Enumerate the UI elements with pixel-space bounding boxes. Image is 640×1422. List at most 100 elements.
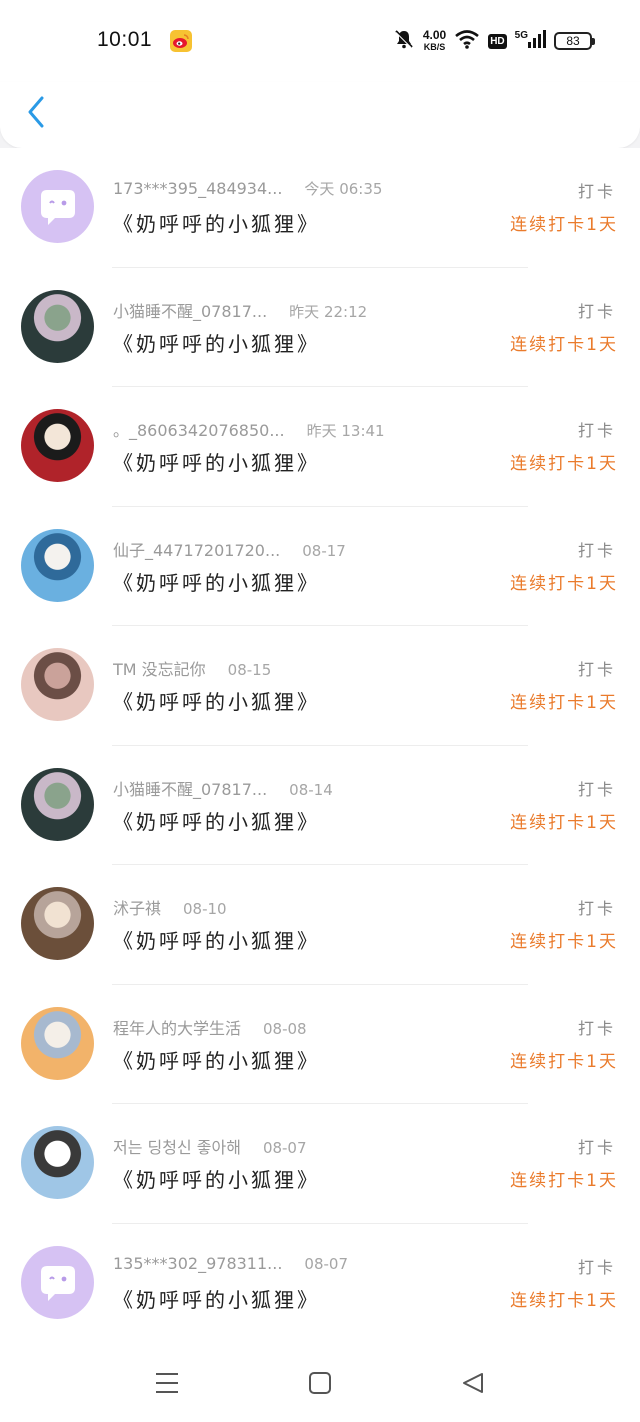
name-line: 沭子祺 08-10: [113, 895, 227, 919]
checkin-row[interactable]: 173***395_484934... 今天 06:35 《奶呼呼的小狐狸》 打卡连续…: [0, 148, 640, 268]
checkin-row[interactable]: 沭子祺 08-10 《奶呼呼的小狐狸》 打卡 连续打卡1天: [0, 865, 640, 985]
checkin-label: 打卡: [577, 301, 616, 321]
streak-label: 连续打卡1天: [510, 1290, 618, 1311]
checkin-row[interactable]: 小猫睡不醒_07817... 08-14 《奶呼呼的小狐狸》 打卡连续打卡1天: [0, 746, 640, 866]
user-name[interactable]: 173***395_484934...: [113, 179, 282, 198]
chat-bubble-icon: [41, 1265, 75, 1301]
name-line: 。_8606342076850... 昨天 13:41: [113, 417, 385, 441]
checkin-row[interactable]: 程年人的大学生活 08-08 《奶呼呼的小狐狸》 打卡 连续打卡1天: [0, 985, 640, 1105]
checkin-time: 08-10: [183, 900, 227, 918]
book-title: 《奶呼呼的小狐狸》: [113, 1168, 320, 1192]
checkin-row[interactable]: 저는 딩청신 좋아해 08-07 《奶呼呼的小狐狸》 打卡连续打卡1天: [0, 1104, 640, 1224]
back-button[interactable]: [18, 92, 54, 132]
net-speed-unit: KB/S: [423, 41, 446, 52]
user-name[interactable]: 小猫睡不醒_07817...: [113, 776, 267, 800]
user-name[interactable]: 。_8606342076850...: [113, 417, 285, 441]
signal-icon: [528, 29, 546, 53]
avatar[interactable]: [21, 1006, 94, 1080]
net-speed-value: 4.00: [422, 27, 447, 42]
checkin-label: 打卡: [577, 182, 616, 201]
checkin-row[interactable]: 135***302_978311... 08-07 《奶呼呼的小狐狸》 打卡连续打卡1…: [0, 1224, 640, 1344]
checkin-label: 打卡: [577, 660, 616, 679]
name-line: 저는 딩청신 좋아해 08-07: [113, 1134, 307, 1158]
checkin-label: 打卡: [577, 421, 616, 440]
checkin-time: 08-07: [304, 1254, 349, 1273]
streak-label: 连续打卡1天: [510, 573, 618, 594]
checkin-time: 昨天 22:12: [289, 302, 368, 321]
avatar[interactable]: [21, 887, 94, 960]
avatar[interactable]: [21, 528, 94, 602]
net-speed: 4.00 KB/S: [422, 27, 447, 53]
battery-icon: 83: [554, 32, 595, 50]
name-line: 小猫睡不醒_07817... 08-14: [113, 776, 333, 800]
user-name[interactable]: TM 没忘記你: [113, 656, 206, 680]
book-title: 《奶呼呼的小狐狸》: [113, 212, 320, 236]
mute-icon: [393, 28, 415, 54]
name-line: 程年人的大学生活 08-08: [113, 1015, 307, 1039]
header: [0, 82, 640, 148]
book-title: 《奶呼呼的小狐狸》: [113, 451, 320, 475]
user-name[interactable]: 程年人的大学生活: [113, 1015, 241, 1039]
default-avatar[interactable]: [21, 1245, 94, 1319]
checkin-label: 打卡: [577, 540, 616, 560]
book-title: 《奶呼呼的小狐狸》: [113, 331, 320, 356]
default-avatar[interactable]: [21, 170, 94, 243]
weibo-icon: [170, 30, 192, 52]
home-button[interactable]: [305, 1368, 335, 1398]
wifi-icon: [454, 28, 480, 54]
status-icons: 4.00 KB/S HD 5G 83: [393, 27, 595, 54]
checkin-row[interactable]: 小猫睡不醒_07817... 昨天 22:12 《奶呼呼的小狐狸》 打卡 连续打卡1天: [0, 268, 640, 388]
avatar[interactable]: [21, 648, 94, 721]
checkin-time: 08-14: [289, 780, 333, 799]
avatar[interactable]: [21, 767, 94, 841]
name-line: 仙子_44717201720... 08-17: [113, 537, 346, 561]
network-type: 5G: [514, 29, 528, 41]
user-name[interactable]: 小猫睡不醒_07817...: [113, 298, 267, 322]
system-nav-bar: [0, 1342, 640, 1422]
streak-label: 连续打卡1天: [510, 693, 618, 713]
checkin-time: 08-17: [302, 541, 346, 560]
avatar[interactable]: [21, 1126, 94, 1199]
checkin-list: 173***395_484934... 今天 06:35 《奶呼呼的小狐狸》 打卡 连续…: [0, 148, 640, 1343]
user-name[interactable]: 135***302_978311...: [113, 1254, 282, 1273]
menu-icon: [156, 1373, 178, 1393]
name-line: TM 没忘記你 08-15: [113, 656, 271, 680]
chevron-left-icon: [28, 96, 44, 128]
menu-button[interactable]: [152, 1368, 182, 1398]
avatar[interactable]: [21, 409, 94, 482]
book-title: 《奶呼呼的小狐狸》: [113, 690, 320, 714]
user-name[interactable]: 仙子_44717201720...: [113, 537, 280, 561]
checkin-label: 打卡: [577, 1018, 616, 1038]
book-title: 《奶呼呼的小狐狸》: [113, 1287, 320, 1312]
checkin-time: 今天 06:35: [304, 180, 383, 198]
user-name[interactable]: 저는 딩청신 좋아해: [113, 1134, 241, 1158]
chat-bubble-icon: [41, 190, 75, 225]
streak-label: 连续打卡1天: [510, 932, 618, 952]
status-time: 10:01: [97, 28, 153, 51]
book-title: 《奶呼呼的小狐狸》: [113, 809, 320, 834]
back-nav-button[interactable]: [458, 1368, 488, 1398]
checkin-label: 打卡: [577, 779, 616, 799]
streak-label: 连续打卡1天: [510, 1171, 618, 1191]
user-name[interactable]: 沭子祺: [113, 895, 161, 919]
checkin-time: 08-07: [262, 1139, 307, 1157]
checkin-time: 08-08: [263, 1019, 307, 1038]
book-title: 《奶呼呼的小狐狸》: [113, 1048, 320, 1073]
checkin-row[interactable]: TM 没忘記你 08-15 《奶呼呼的小狐狸》 打卡连续打卡1天: [0, 626, 640, 746]
checkin-row[interactable]: 仙子_44717201720... 08-17 《奶呼呼的小狐狸》 打卡连续打卡1天: [0, 507, 640, 627]
checkin-label: 打卡: [577, 1138, 616, 1157]
book-title: 《奶呼呼的小狐狸》: [113, 570, 320, 595]
hd-badge: HD: [488, 33, 507, 49]
streak-label: 连续打卡1天: [510, 454, 618, 474]
checkin-row[interactable]: 。_8606342076850... 昨天 13:41 《奶呼呼的小狐狸》 打卡连续打…: [0, 387, 640, 507]
home-square-icon: [309, 1372, 331, 1394]
avatar[interactable]: [21, 289, 94, 363]
checkin-label: 打卡: [577, 899, 616, 918]
streak-label: 连续打卡1天: [510, 812, 618, 833]
name-line: 小猫睡不醒_07817... 昨天 22:12: [113, 298, 367, 322]
checkin-time: 08-15: [227, 661, 272, 679]
checkin-label: 打卡: [577, 1257, 616, 1277]
streak-label: 连续打卡1天: [510, 215, 618, 235]
status-bar: 10:01 4.00 KB/S HD 5G 83: [0, 0, 640, 82]
back-triangle-icon: [463, 1373, 483, 1393]
